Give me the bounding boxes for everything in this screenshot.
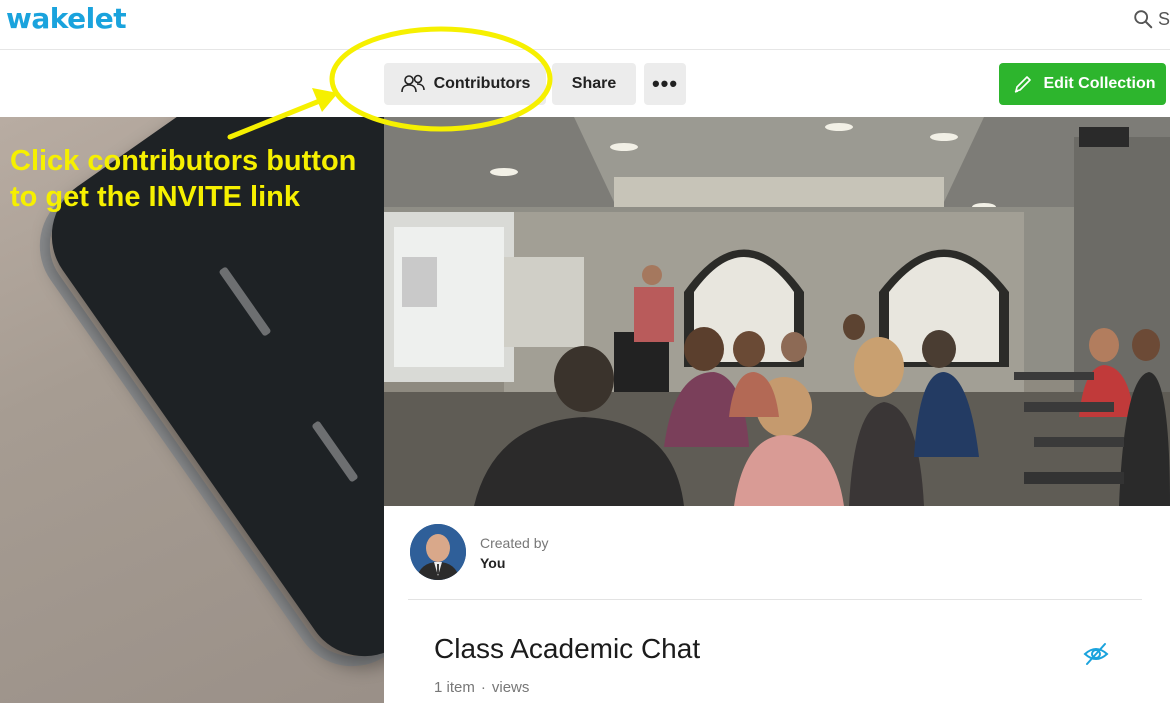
search-button[interactable]: S: [1132, 8, 1170, 30]
annotation-line-1: Click contributors button: [10, 145, 357, 177]
share-label: Share: [571, 75, 617, 92]
divider: [408, 599, 1142, 600]
item-count: 1 item: [434, 679, 475, 696]
people-icon: [400, 74, 425, 93]
more-icon: •••: [651, 71, 679, 96]
creator-name[interactable]: You: [480, 555, 505, 571]
avatar-image: [410, 524, 466, 580]
share-button[interactable]: Share: [552, 63, 636, 105]
collection-cover-image: [384, 117, 1170, 506]
views-count: views: [491, 679, 530, 696]
collection-action-bar: Contributors Share ••• Edit Collection: [0, 50, 1170, 117]
edit-collection-button[interactable]: Edit Collection: [999, 63, 1166, 105]
created-by-label: Created by: [480, 535, 549, 551]
collection-title: Class Academic Chat: [434, 633, 701, 664]
pencil-icon: [1014, 76, 1031, 93]
annotation-text: Click contributors button to get the INV…: [10, 143, 356, 215]
search-icon: [1134, 10, 1153, 29]
avatar[interactable]: [410, 524, 466, 580]
edit-collection-label: Edit Collection: [1043, 75, 1156, 92]
collection-info-card: Created by You Class Academic Chat 1 ite…: [384, 506, 1166, 703]
top-bar: wakelet S: [0, 0, 1170, 50]
more-options-button[interactable]: •••: [644, 63, 686, 105]
search-label: S: [1157, 8, 1170, 29]
meta-separator: ·: [480, 679, 486, 696]
annotation-line-2: to get the INVITE link: [10, 181, 301, 213]
contributors-button[interactable]: Contributors: [384, 63, 546, 105]
contributors-label: Contributors: [433, 75, 531, 92]
eye-slash-icon[interactable]: [1082, 640, 1110, 668]
collection-meta: 1 item · views: [434, 679, 529, 696]
wakelet-logo[interactable]: wakelet: [6, 2, 127, 35]
